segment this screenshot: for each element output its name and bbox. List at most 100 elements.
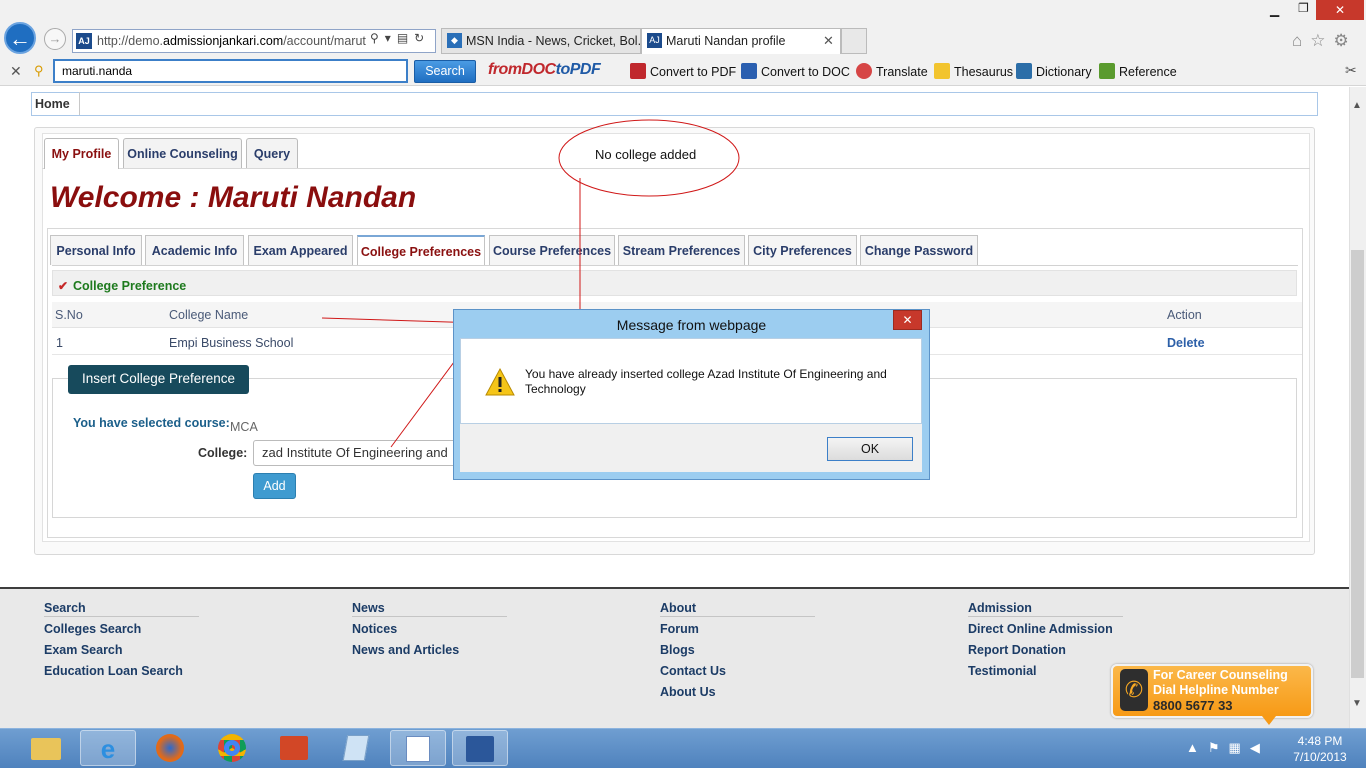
reference-label: Reference	[1119, 65, 1177, 79]
chrome-icon[interactable]	[204, 730, 260, 766]
thesaurus-icon	[934, 63, 950, 79]
wordpad-icon[interactable]	[390, 730, 446, 766]
convert-to-pdf-label: Convert to PDF	[650, 65, 737, 79]
close-toolbar-icon[interactable]: ✕	[10, 63, 22, 80]
clock-time[interactable]: 4:48 PM	[1290, 734, 1350, 748]
window-close-icon[interactable]: ✕	[1316, 0, 1364, 20]
volume-muted-icon[interactable]: ◀	[1250, 740, 1269, 755]
dictionary-button[interactable]: Dictionary	[1016, 63, 1092, 79]
footer-link-colleges-search[interactable]: Colleges Search	[44, 622, 141, 636]
footer-link-notices[interactable]: Notices	[352, 622, 397, 636]
translate-button[interactable]: Translate	[856, 63, 928, 79]
footer-link-blogs[interactable]: Blogs	[660, 643, 695, 657]
refresh-icon[interactable]: ↻	[414, 31, 430, 45]
browser-actions[interactable]: ⌂☆⚙	[1292, 31, 1357, 51]
breadcrumb-home-link[interactable]: Home	[35, 97, 70, 111]
footer-link-report-donation[interactable]: Report Donation	[968, 643, 1066, 657]
footer-link-education-loan-search[interactable]: Education Loan Search	[44, 664, 183, 678]
compat-view-icon[interactable]: ▤	[397, 31, 414, 45]
home-icon[interactable]: ⌂	[1292, 31, 1310, 50]
tab-course-preferences[interactable]: Course Preferences	[489, 235, 615, 265]
internet-explorer-icon[interactable]: e	[80, 730, 136, 766]
insert-college-preference-button[interactable]: Insert College Preference	[68, 365, 249, 394]
dialog-message: You have already inserted college Azad I…	[525, 367, 887, 396]
tab-query[interactable]: Query	[246, 138, 298, 168]
show-hidden-icons-icon[interactable]: ▲	[1186, 740, 1208, 755]
thesaurus-button[interactable]: Thesaurus	[934, 63, 1013, 79]
column-header-action: Action	[1167, 308, 1202, 322]
favorites-star-icon[interactable]: ☆	[1310, 31, 1333, 50]
delete-link[interactable]: Delete	[1167, 336, 1205, 350]
new-tab-button[interactable]	[841, 28, 867, 54]
dialog-title: Message from webpage	[616, 317, 767, 333]
minimize-icon[interactable]: ▁	[1270, 3, 1279, 17]
action-center-flag-icon[interactable]: ⚑	[1208, 740, 1229, 755]
footer-link-news-articles[interactable]: News and Articles	[352, 643, 459, 657]
logo-part-b: toPDF	[555, 61, 601, 78]
footer-link-forum[interactable]: Forum	[660, 622, 699, 636]
convert-to-doc-button[interactable]: Convert to DOC	[741, 63, 850, 79]
helpline-number: 8800 5677 33	[1153, 698, 1233, 713]
network-icon[interactable]: ▦	[1229, 740, 1250, 755]
back-arrow-icon[interactable]: ←	[4, 22, 36, 54]
footer-link-direct-online-admission[interactable]: Direct Online Admission	[968, 622, 1113, 636]
firefox-icon[interactable]	[142, 730, 198, 766]
footer-heading-admission[interactable]: Admission	[968, 601, 1123, 617]
toolbar-search-input[interactable]	[53, 59, 408, 83]
ok-button[interactable]: OK	[827, 437, 913, 461]
scroll-up-icon[interactable]: ▲	[1352, 100, 1362, 111]
system-tray[interactable]: ▲⚑▦◀	[1186, 740, 1269, 756]
search-icon[interactable]: ⚲	[370, 31, 385, 45]
helpline-line2: Dial Helpline Number	[1153, 683, 1279, 697]
tab-change-password[interactable]: Change Password	[860, 235, 978, 265]
helpline-pointer	[1262, 716, 1276, 725]
close-tab-icon[interactable]: ✕	[823, 33, 834, 49]
phone-icon: ✆	[1120, 669, 1148, 711]
address-path: /account/marut	[283, 34, 366, 48]
tab-stream-preferences[interactable]: Stream Preferences	[618, 235, 745, 265]
footer-link-about-us[interactable]: About Us	[660, 685, 716, 699]
footer-heading-about[interactable]: About	[660, 601, 815, 617]
forward-arrow-icon[interactable]: →	[44, 28, 66, 50]
tab-personal-info[interactable]: Personal Info	[50, 235, 142, 265]
tab-academic-info[interactable]: Academic Info	[145, 235, 244, 265]
tab-exam-appeared[interactable]: Exam Appeared	[248, 235, 353, 265]
reference-button[interactable]: Reference	[1099, 63, 1177, 79]
clock-date[interactable]: 7/10/2013	[1290, 750, 1350, 764]
browser-tab-profile[interactable]: AJ Maruti Nandan profile	[641, 28, 841, 54]
notepad-icon[interactable]	[328, 730, 384, 766]
search-icon: ⚲	[34, 63, 44, 78]
add-button[interactable]: Add	[253, 473, 296, 499]
cell-sno: 1	[56, 336, 63, 350]
tab-college-preferences[interactable]: College Preferences	[357, 235, 485, 265]
footer-heading-search[interactable]: Search	[44, 601, 199, 617]
footer-link-exam-search[interactable]: Exam Search	[44, 643, 123, 657]
convert-to-pdf-button[interactable]: Convert to PDF	[630, 63, 736, 79]
footer-link-contact-us[interactable]: Contact Us	[660, 664, 726, 678]
footer-heading-news[interactable]: News	[352, 601, 507, 617]
college-input[interactable]: zad Institute Of Engineering and	[253, 440, 463, 466]
cell-college-name: Empi Business School	[169, 336, 294, 350]
file-explorer-icon[interactable]	[18, 730, 74, 766]
tab-city-preferences[interactable]: City Preferences	[748, 235, 857, 265]
scroll-down-icon[interactable]: ▼	[1352, 698, 1362, 709]
fromdoctopdf-logo[interactable]: fromDOCtoPDF	[488, 61, 601, 79]
dialog-close-icon[interactable]: ✕	[893, 310, 922, 330]
footer-link-testimonial[interactable]: Testimonial	[968, 664, 1037, 678]
browser-tab-msn[interactable]: ◆ MSN India - News, Cricket, Bol...	[441, 28, 641, 54]
maximize-icon[interactable]: ❐	[1298, 1, 1309, 15]
tab-online-counseling[interactable]: Online Counseling	[123, 138, 242, 168]
toolbar-search-button[interactable]: Search	[414, 60, 476, 83]
word-icon[interactable]	[452, 730, 508, 766]
scrollbar-thumb[interactable]	[1351, 250, 1364, 678]
tab-my-profile[interactable]: My Profile	[44, 138, 119, 169]
powerpoint-icon[interactable]	[266, 730, 322, 766]
wrench-icon[interactable]: ✂	[1345, 62, 1357, 79]
address-bar-actions[interactable]: ⚲▾▤↻	[370, 31, 430, 45]
settings-gear-icon[interactable]: ⚙	[1334, 31, 1357, 50]
site-favicon-icon: AJ	[76, 33, 92, 49]
dropdown-icon[interactable]: ▾	[385, 31, 397, 45]
section-title: College Preference	[73, 279, 187, 293]
college-label: College:	[198, 446, 248, 460]
breadcrumb	[31, 92, 1318, 116]
